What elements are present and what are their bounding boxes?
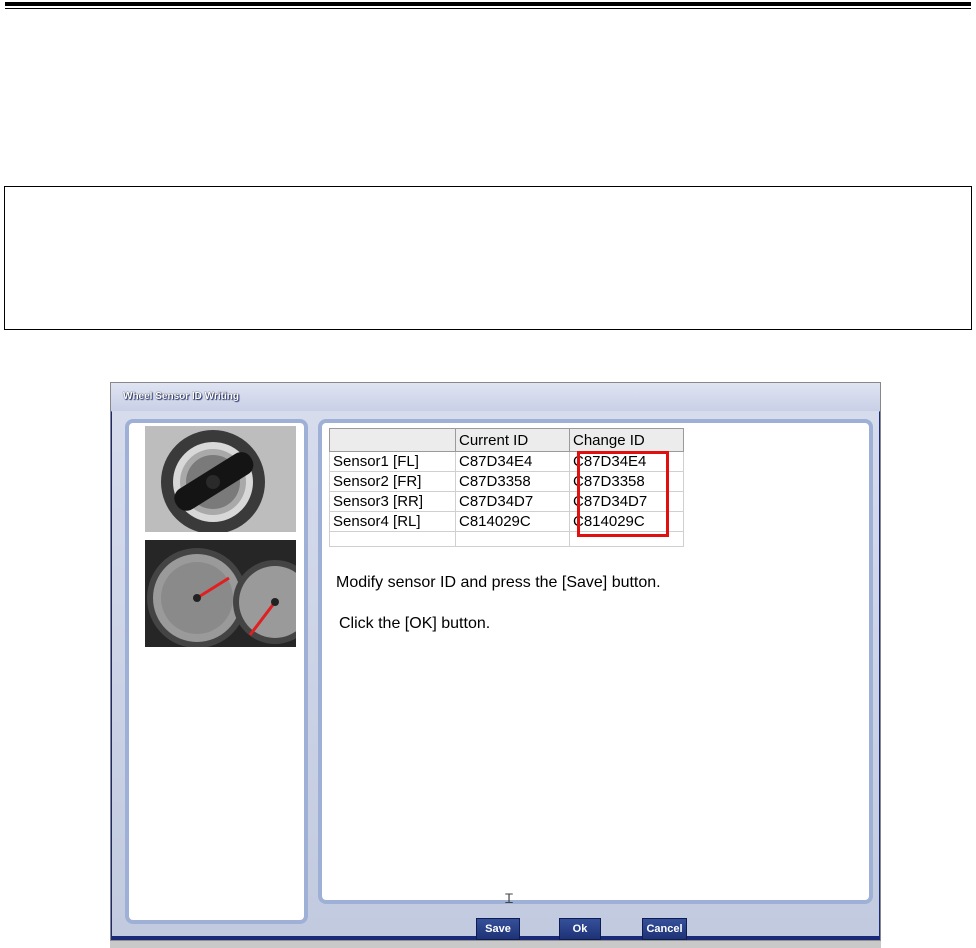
table-empty-row bbox=[329, 531, 684, 547]
title-bar: Wheel Sensor ID Writing bbox=[111, 383, 880, 412]
rule-thick bbox=[5, 2, 971, 6]
sensor-id-table: Current ID Change ID Sensor1 [FL] C87D34… bbox=[329, 428, 684, 547]
ok-button[interactable]: Ok bbox=[559, 918, 601, 940]
rule-thin bbox=[5, 8, 971, 9]
sensor-name-cell: Sensor2 [FR] bbox=[329, 471, 456, 492]
sensor-name-cell: Sensor1 [FL] bbox=[329, 451, 456, 472]
change-id-cell[interactable]: C87D34E4 bbox=[569, 451, 684, 472]
current-id-cell: C87D34E4 bbox=[455, 451, 570, 472]
table-row: Sensor3 [RR] C87D34D7 C87D34D7 bbox=[329, 491, 684, 512]
column-header-current-id: Current ID bbox=[455, 428, 570, 452]
image-panel bbox=[125, 419, 308, 924]
change-id-cell[interactable]: C87D3358 bbox=[569, 471, 684, 492]
table-header-row: Current ID Change ID bbox=[329, 428, 684, 452]
current-id-cell: C814029C bbox=[455, 511, 570, 532]
table-row: Sensor4 [RL] C814029C C814029C bbox=[329, 511, 684, 532]
column-header-sensor bbox=[329, 428, 456, 452]
save-button[interactable]: Save bbox=[476, 918, 520, 940]
instruction-ok: Click the [OK] button. bbox=[339, 615, 491, 632]
window-title: Wheel Sensor ID Writing bbox=[123, 391, 239, 402]
change-id-cell[interactable]: C87D34D7 bbox=[569, 491, 684, 512]
wheel-sensor-window: Wheel Sensor ID Writing Current ID Chang… bbox=[110, 382, 881, 947]
current-id-cell: C87D34D7 bbox=[455, 491, 570, 512]
instruction-save: Modify sensor ID and press the [Save] bu… bbox=[336, 574, 661, 591]
top-rule bbox=[5, 2, 971, 10]
column-header-change-id: Change ID bbox=[569, 428, 684, 452]
table-row: Sensor1 [FL] C87D34E4 C87D34E4 bbox=[329, 451, 684, 472]
current-id-cell: C87D3358 bbox=[455, 471, 570, 492]
instrument-cluster-image bbox=[145, 540, 296, 647]
ignition-key-image bbox=[145, 426, 296, 532]
table-row: Sensor2 [FR] C87D3358 C87D3358 bbox=[329, 471, 684, 492]
cancel-button[interactable]: Cancel bbox=[642, 918, 687, 940]
empty-cell bbox=[329, 531, 456, 547]
window-client: Current ID Change ID Sensor1 [FL] C87D34… bbox=[112, 411, 879, 940]
change-id-cell[interactable]: C814029C bbox=[569, 511, 684, 532]
text-cursor-icon: Ꮖ bbox=[505, 891, 514, 906]
sensor-name-cell: Sensor4 [RL] bbox=[329, 511, 456, 532]
note-box bbox=[4, 186, 972, 330]
content-panel: Current ID Change ID Sensor1 [FL] C87D34… bbox=[318, 419, 873, 906]
empty-cell bbox=[455, 531, 570, 547]
empty-cell bbox=[569, 531, 684, 547]
sensor-name-cell: Sensor3 [RR] bbox=[329, 491, 456, 512]
